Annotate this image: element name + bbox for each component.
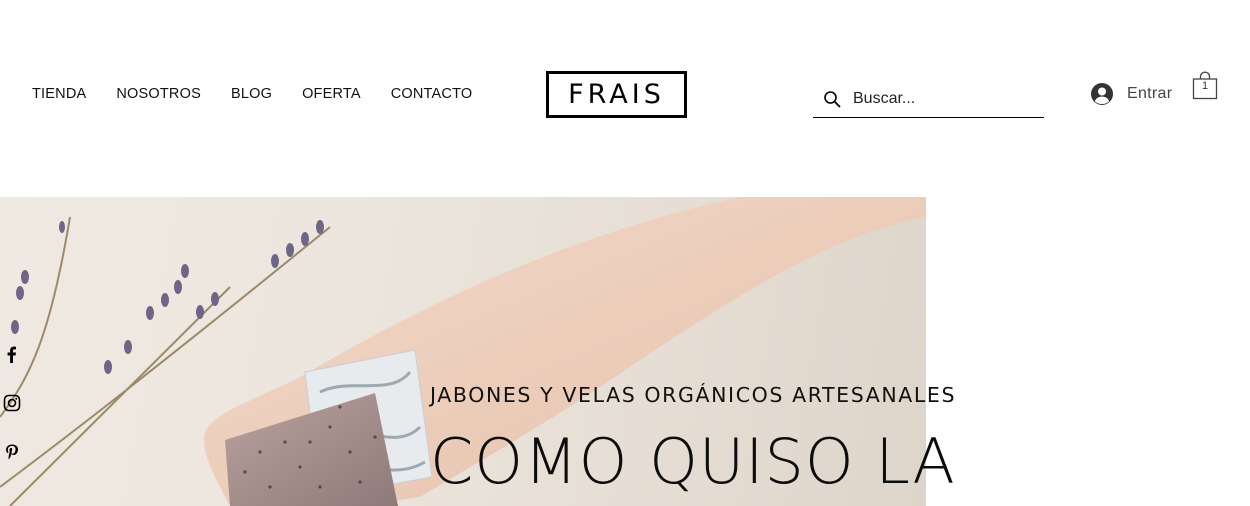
login-button[interactable]: Entrar [1090,82,1172,106]
nav-item-oferta[interactable]: OFERTA [302,85,361,103]
facebook-icon[interactable] [3,345,21,363]
nav-item-contacto[interactable]: CONTACTO [391,85,473,103]
cart-button[interactable]: 1 [1192,71,1218,100]
search-input[interactable] [853,89,1023,108]
instagram-icon[interactable] [3,394,21,412]
user-avatar-icon [1091,83,1113,105]
pinterest-icon[interactable] [3,443,21,461]
site-logo[interactable]: FRAIS [546,71,687,118]
login-label: Entrar [1127,85,1173,102]
main-nav: TIENDA NOSOTROS BLOG OFERTA CONTACTO [32,85,502,103]
search-icon[interactable] [823,90,841,108]
hero-headline: COMO QUISO LA [430,425,956,498]
nav-item-nosotros[interactable]: NOSOTROS [116,85,201,103]
nav-item-tienda[interactable]: TIENDA [32,85,86,103]
nav-item-blog[interactable]: BLOG [231,85,272,103]
cart-count: 1 [1201,80,1209,92]
search-bar [813,80,1044,118]
page: TIENDA NOSOTROS BLOG OFERTA CONTACTO FRA… [0,0,1250,506]
hero-tagline: JABONES Y VELAS ORGÁNICOS ARTESANALES [430,383,957,407]
social-bar [0,345,24,492]
